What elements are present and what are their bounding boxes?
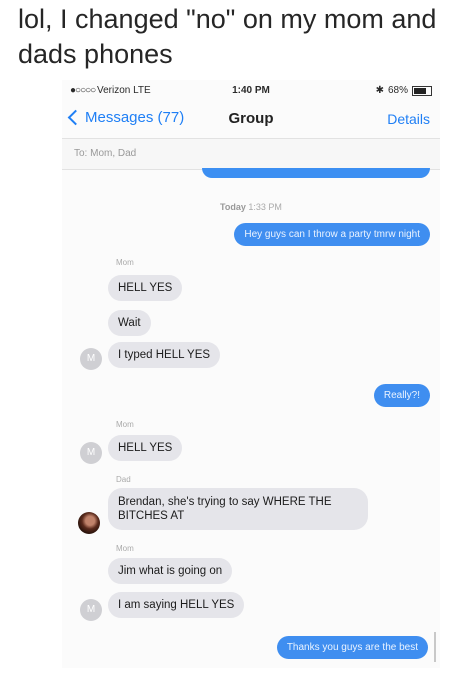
recipients-text: To: Mom, Dad [74,148,137,159]
sent-message[interactable]: Thanks you guys are the best [276,636,428,659]
bluetooth-icon: ✱ [375,85,384,96]
phone-screenshot: ●○○○○ Verizon LTE 1:40 PM ✱ 68% Messages… [62,80,440,668]
received-message[interactable]: I am saying HELL YES [108,592,245,618]
previous-message-bubble [202,168,430,178]
sender-label: Mom [116,420,134,429]
post-caption: lol, I changed "no" on my mom and dads p… [18,4,437,69]
timestamp-day: Today [220,202,246,212]
sender-label: Dad [116,475,131,484]
received-message[interactable]: Wait [108,310,151,336]
received-message[interactable]: Brendan, she's trying to say WHERE THE B… [108,488,368,530]
timestamp: Today 1:33 PM [62,202,440,212]
avatar[interactable]: M [80,599,102,621]
nav-bar: Messages (77) Group Details [62,102,440,138]
sent-message[interactable]: Hey guys can I throw a party tmrw night [234,223,430,246]
recipients-line[interactable]: To: Mom, Dad [62,138,440,170]
avatar[interactable]: M [80,348,102,370]
timestamp-time: 1:33 PM [248,202,282,212]
sender-label: Mom [116,258,134,267]
details-button[interactable]: Details [387,111,430,127]
received-message[interactable]: HELL YES [108,435,183,461]
avatar[interactable]: M [80,442,102,464]
received-message[interactable]: Jim what is going on [108,558,233,584]
conversation-title: Group [228,110,274,127]
battery-percent: 68% [387,85,408,96]
avatar[interactable] [78,512,100,534]
received-message[interactable]: I typed HELL YES [108,342,221,368]
status-bar: ●○○○○ Verizon LTE 1:40 PM ✱ 68% [62,80,440,102]
sender-label: Mom [116,544,134,553]
received-message[interactable]: HELL YES [108,275,183,301]
sent-message[interactable]: Really?! [373,384,430,407]
scrollbar[interactable] [434,632,436,662]
battery-icon [412,85,432,96]
